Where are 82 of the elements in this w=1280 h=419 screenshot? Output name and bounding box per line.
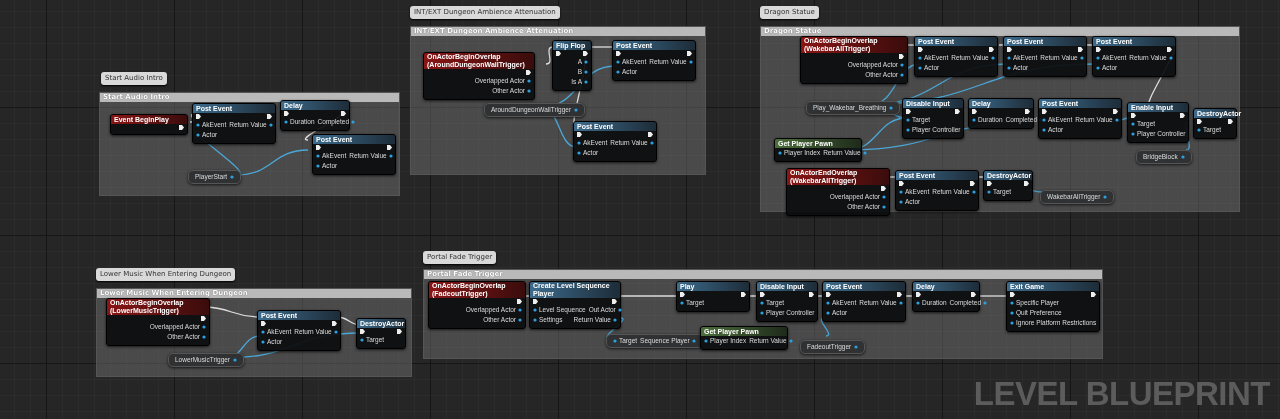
data-pin-icon[interactable] bbox=[916, 301, 920, 305]
data-pin-icon[interactable] bbox=[778, 151, 782, 155]
data-pin-icon[interactable] bbox=[584, 70, 588, 74]
data-pin-icon[interactable] bbox=[527, 89, 531, 93]
data-pin-icon[interactable] bbox=[900, 63, 904, 67]
data-pin-icon[interactable] bbox=[196, 133, 200, 137]
data-pin-icon[interactable] bbox=[613, 339, 617, 343]
data-pin-icon[interactable] bbox=[533, 318, 537, 322]
data-pin-icon[interactable] bbox=[1103, 195, 1108, 199]
data-pin-icon[interactable] bbox=[680, 301, 684, 305]
data-pin-icon[interactable] bbox=[760, 301, 764, 305]
data-pin-icon[interactable] bbox=[388, 154, 393, 158]
data-pin-icon[interactable] bbox=[268, 123, 273, 127]
data-pin-icon[interactable] bbox=[971, 190, 976, 194]
data-pin-icon[interactable] bbox=[918, 66, 922, 70]
data-pin-icon[interactable] bbox=[906, 118, 910, 122]
data-pin-icon[interactable] bbox=[882, 205, 886, 209]
data-pin-icon[interactable] bbox=[688, 60, 693, 64]
data-pin-icon[interactable] bbox=[577, 151, 581, 155]
data-pin-icon[interactable] bbox=[987, 190, 991, 194]
data-pin-icon[interactable] bbox=[760, 311, 764, 315]
data-pin-icon[interactable] bbox=[202, 335, 206, 339]
data-pin-icon[interactable] bbox=[230, 175, 235, 179]
data-pin-icon[interactable] bbox=[613, 318, 617, 322]
data-pin-icon[interactable] bbox=[574, 108, 579, 112]
data-pin-icon[interactable] bbox=[1007, 56, 1011, 60]
data-pin-icon[interactable] bbox=[889, 106, 894, 110]
data-pin-icon[interactable] bbox=[261, 330, 265, 334]
data-pin-icon[interactable] bbox=[584, 60, 588, 64]
data-pin-icon[interactable] bbox=[202, 325, 206, 329]
data-pin-icon[interactable] bbox=[899, 200, 903, 204]
data-pin-icon[interactable] bbox=[196, 123, 200, 127]
data-pin-icon[interactable] bbox=[518, 318, 522, 322]
data-pin-icon[interactable] bbox=[1010, 311, 1014, 315]
data-pin-icon[interactable] bbox=[1131, 122, 1135, 126]
graph-watermark: LEVEL BLUEPRINT bbox=[973, 375, 1270, 413]
data-pin-icon[interactable] bbox=[518, 308, 522, 312]
data-pin-icon[interactable] bbox=[1114, 118, 1119, 122]
data-pin-icon[interactable] bbox=[1180, 155, 1185, 159]
data-pin-icon[interactable] bbox=[972, 118, 976, 122]
data-pin-icon[interactable] bbox=[862, 151, 867, 155]
data-pin-icon[interactable] bbox=[898, 301, 903, 305]
data-pin-icon[interactable] bbox=[882, 195, 886, 199]
data-pin-icon[interactable] bbox=[990, 56, 995, 60]
data-pin-icon[interactable] bbox=[1096, 56, 1100, 60]
data-pin-icon[interactable] bbox=[1079, 56, 1084, 60]
data-pin-icon[interactable] bbox=[1131, 132, 1135, 136]
data-pin-icon[interactable] bbox=[1096, 66, 1100, 70]
data-pin-icon[interactable] bbox=[617, 308, 622, 312]
data-pin-icon[interactable] bbox=[577, 141, 581, 145]
data-pin-icon[interactable] bbox=[826, 301, 830, 305]
data-pin-icon[interactable] bbox=[1197, 128, 1201, 132]
data-pin-icon[interactable] bbox=[333, 330, 338, 334]
data-pin-icon[interactable] bbox=[788, 339, 793, 343]
data-pin-icon[interactable] bbox=[233, 358, 238, 362]
data-pin-icon[interactable] bbox=[704, 339, 708, 343]
data-pin-icon[interactable] bbox=[983, 301, 987, 305]
data-pin-icon[interactable] bbox=[899, 190, 903, 194]
data-pin-icon[interactable] bbox=[284, 120, 288, 124]
data-pin-icon[interactable] bbox=[649, 141, 654, 145]
data-pin-icon[interactable] bbox=[1007, 66, 1011, 70]
data-pin-icon[interactable] bbox=[1042, 118, 1046, 122]
data-pin-icon[interactable] bbox=[918, 56, 922, 60]
data-pin-icon[interactable] bbox=[1042, 128, 1046, 132]
data-pin-icon[interactable] bbox=[616, 60, 620, 64]
data-pin-icon[interactable] bbox=[527, 79, 531, 83]
data-pin-icon[interactable] bbox=[616, 70, 620, 74]
data-pin-icon[interactable] bbox=[316, 164, 320, 168]
data-pin-icon[interactable] bbox=[584, 80, 588, 84]
data-pin-icon[interactable] bbox=[1010, 321, 1014, 325]
data-pin-icon[interactable] bbox=[533, 308, 537, 312]
data-pin-icon[interactable] bbox=[854, 345, 859, 349]
data-pin-icon[interactable] bbox=[906, 128, 910, 132]
data-pin-icon[interactable] bbox=[1010, 301, 1014, 305]
data-pin-icon[interactable] bbox=[360, 338, 364, 342]
data-pin-icon[interactable] bbox=[826, 311, 830, 315]
data-pin-icon[interactable] bbox=[261, 340, 265, 344]
data-pin-icon[interactable] bbox=[691, 339, 696, 343]
data-pin-icon[interactable] bbox=[351, 120, 355, 124]
data-pin-icon[interactable] bbox=[1168, 56, 1173, 60]
data-pin-icon[interactable] bbox=[900, 73, 904, 77]
data-pin-icon[interactable] bbox=[316, 154, 320, 158]
